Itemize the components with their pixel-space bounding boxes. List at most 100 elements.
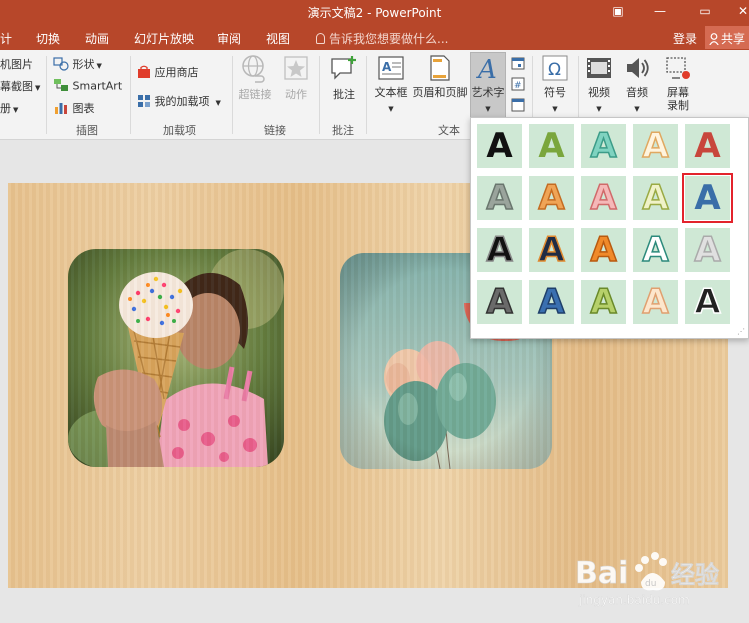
wordart-style-3-1[interactable]: A — [477, 228, 522, 272]
dropdown-arrow-icon: ▼ — [552, 105, 558, 113]
store-label: 应用商店 — [154, 66, 199, 79]
tab-transitions[interactable]: 切换 — [36, 30, 60, 47]
chart-icon — [53, 101, 69, 118]
wordart-style-3-2[interactable]: A — [529, 228, 574, 272]
addins-group-label: 加载项 — [163, 124, 196, 137]
screenshot-button[interactable]: 幕截图 ▼ — [0, 78, 40, 94]
slide-number-button[interactable]: # — [511, 77, 525, 94]
audio-button[interactable]: 音频 ▼ — [620, 54, 654, 116]
symbol-button[interactable]: Ω 符号 ▼ — [537, 54, 573, 116]
group-divider — [366, 56, 367, 134]
wordart-icon: A — [470, 54, 506, 82]
shapes-icon — [53, 56, 69, 74]
wordart-style-4-4[interactable]: A — [633, 280, 678, 324]
wordart-style-2-5[interactable]: A — [682, 173, 733, 223]
share-label: 共享 — [721, 32, 746, 46]
wordart-style-2-3[interactable]: A — [581, 176, 626, 220]
tab-review[interactable]: 审阅 — [217, 30, 241, 47]
tab-slideshow[interactable]: 幻灯片放映 — [134, 30, 194, 47]
resize-grip-icon[interactable]: ⋰ — [737, 327, 745, 336]
header-footer-icon — [412, 54, 468, 82]
omega-icon: Ω — [537, 54, 573, 82]
wordart-style-2-4[interactable]: A — [633, 176, 678, 220]
wordart-style-3-4[interactable]: A — [633, 228, 678, 272]
textbox-button[interactable]: A 文本框 ▼ — [371, 54, 411, 116]
video-label: 视频 — [588, 86, 610, 99]
wordart-style-2-2[interactable]: A — [529, 176, 574, 220]
login-link[interactable]: 登录 — [673, 30, 697, 47]
comment-label: 批注 — [333, 88, 355, 101]
textbox-label: 文本框 — [374, 86, 408, 99]
header-footer-label: 页眉和页脚 — [412, 86, 468, 99]
tab-animations[interactable]: 动画 — [85, 30, 109, 47]
wordart-style-glyph: A — [694, 230, 722, 270]
store-button[interactable]: 应用商店 — [137, 64, 199, 82]
dropdown-arrow-icon: ▼ — [634, 105, 640, 113]
wordart-style-4-5[interactable]: A — [685, 280, 730, 324]
object-icon — [511, 98, 525, 115]
baidu-watermark: Bai du 经验 jingyan.baidu.com — [575, 538, 745, 618]
calendar-icon — [511, 56, 525, 73]
video-button[interactable]: 视频 ▼ — [582, 54, 616, 116]
photo-girl-ice-cream[interactable] — [68, 249, 284, 467]
wordart-style-glyph: A — [590, 178, 618, 218]
wordart-button[interactable]: A 艺术字 ▼ — [470, 54, 506, 116]
watermark-brand: Bai — [575, 556, 628, 591]
wordart-style-4-1[interactable]: A — [477, 280, 522, 324]
hyperlink-button[interactable]: 超链接 — [236, 54, 274, 101]
group-divider — [46, 56, 47, 134]
tab-design[interactable]: 计 — [0, 30, 12, 47]
wordart-style-glyph: A — [486, 282, 514, 322]
wordart-style-4-2[interactable]: A — [529, 280, 574, 324]
wordart-style-3-3[interactable]: A — [581, 228, 626, 272]
photo-album-button[interactable]: 册 ▼ — [0, 100, 18, 116]
action-button[interactable]: 动作 — [280, 54, 312, 101]
smartart-button[interactable]: SmartArt — [53, 78, 122, 95]
tell-me-search[interactable]: 告诉我您想要做什么... — [316, 30, 448, 47]
svg-text:A: A — [382, 60, 392, 74]
wordart-style-glyph: A — [590, 126, 618, 166]
watermark-cn: 经验 — [671, 561, 719, 589]
store-bag-icon — [137, 65, 151, 82]
slide-number-icon: # — [511, 77, 525, 94]
comment-button[interactable]: 批注 — [325, 54, 363, 101]
share-button[interactable]: 共享 — [705, 26, 749, 49]
header-footer-button[interactable]: 页眉和页脚 — [412, 54, 468, 99]
wordart-style-glyph: A — [486, 126, 513, 166]
wordart-style-2-1[interactable]: A — [477, 176, 522, 220]
my-addins-button[interactable]: 我的加载项 ▼ — [137, 93, 221, 111]
hyperlink-label: 超链接 — [238, 88, 272, 101]
wordart-style-3-5[interactable]: A — [685, 228, 730, 272]
wordart-style-1-1[interactable]: A — [477, 124, 522, 168]
shapes-button[interactable]: 形状 ▼ — [53, 56, 102, 74]
wordart-style-1-3[interactable]: A — [581, 124, 626, 168]
wordart-style-4-3[interactable]: A — [581, 280, 626, 324]
audio-label: 音频 — [626, 86, 648, 99]
wordart-style-glyph: A — [694, 126, 721, 166]
comments-group-label: 批注 — [332, 124, 354, 137]
chart-button[interactable]: 图表 — [53, 100, 95, 118]
ribbon-display-options-button[interactable]: ▣ — [603, 0, 633, 23]
tab-view[interactable]: 视图 — [266, 30, 290, 47]
addins-icon — [137, 94, 151, 111]
tell-me-text: 告诉我您想要做什么... — [329, 32, 449, 46]
object-button[interactable] — [511, 98, 525, 115]
person-icon — [709, 33, 719, 46]
maximize-button[interactable]: ▭ — [690, 0, 720, 23]
wordart-style-1-2[interactable]: A — [529, 124, 574, 168]
wordart-style-1-4[interactable]: A — [633, 124, 678, 168]
wordart-style-glyph: A — [694, 282, 722, 322]
wordart-style-1-5[interactable]: A — [685, 124, 730, 168]
film-icon — [582, 54, 616, 82]
online-pictures-button[interactable]: 机图片 — [0, 56, 33, 72]
text-group-label: 文本 — [438, 124, 460, 137]
album-label: 册 — [0, 102, 11, 115]
wordart-style-glyph: A — [486, 230, 514, 270]
minimize-button[interactable]: — — [645, 0, 675, 23]
symbol-label: 符号 — [544, 86, 566, 99]
group-divider — [319, 56, 320, 134]
date-time-button[interactable] — [511, 56, 525, 73]
screen-recording-button[interactable]: 屏幕 录制 — [658, 54, 698, 112]
textbox-icon: A — [371, 54, 411, 82]
close-button[interactable]: ✕ — [728, 0, 749, 23]
